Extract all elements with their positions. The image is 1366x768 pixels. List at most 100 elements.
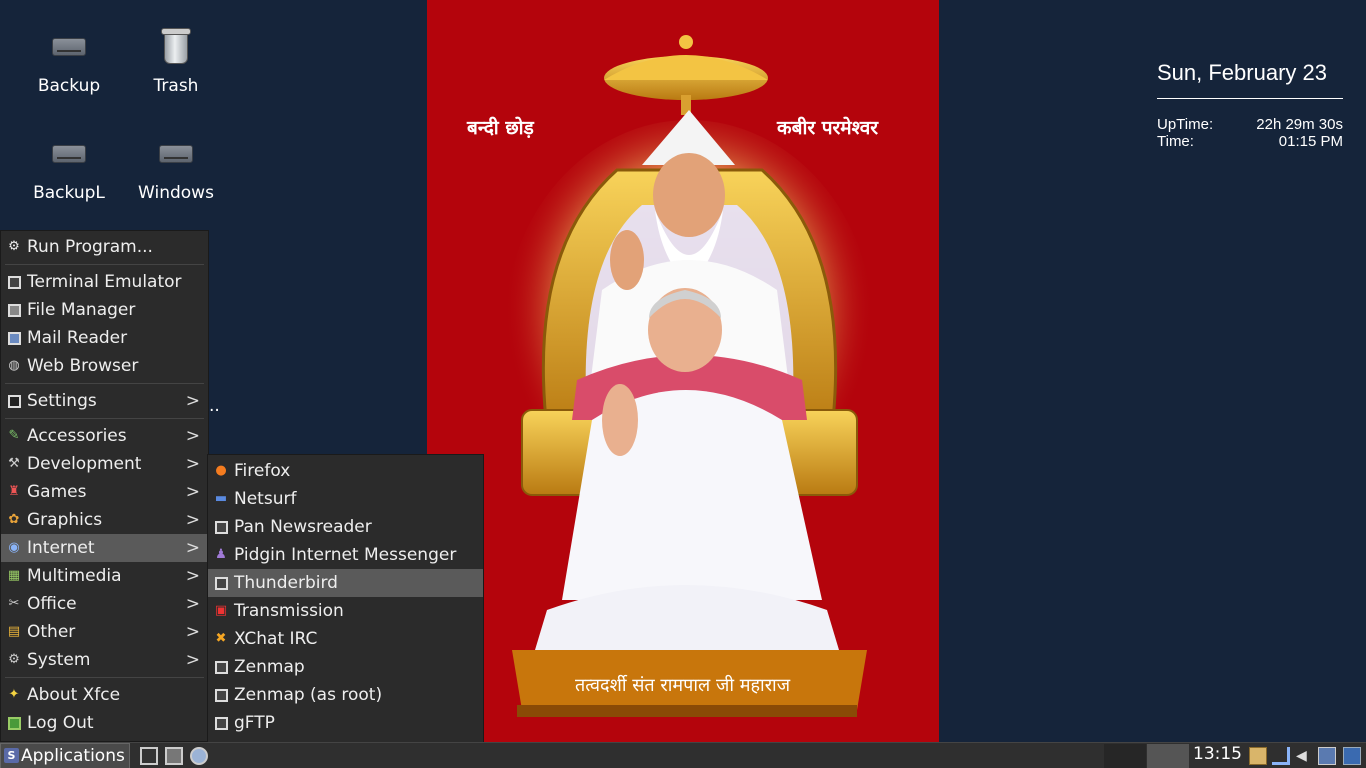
graphics-icon: ✿ [8,512,20,527]
taskbar: S Applications 13:15 ◀ [0,742,1366,768]
menu-item-label: Zenmap [234,657,305,677]
log-out-icon [6,715,22,731]
desktop-icon-backup[interactable]: Backup [19,28,119,96]
menu-item-accessories[interactable]: ✎ Accessories > [1,422,208,450]
applications-menu-button[interactable]: S Applications [0,743,130,768]
development-icon: ⚒ [8,456,20,471]
menu-item-label: System [27,650,91,670]
thunderbird-icon [213,575,229,591]
terminal-icon [6,274,22,290]
menu-item-label: Pan Newsreader [234,517,372,537]
menu-separator [5,383,204,384]
chevron-right-icon: > [185,622,200,642]
menu-item-games[interactable]: ♜ Games > [1,478,208,506]
games-icon: ♜ [8,484,20,499]
file-manager-launcher-icon[interactable] [165,747,183,765]
web-browser-icon: ◍ [8,358,20,373]
menu-item-settings[interactable]: Settings > [1,387,208,415]
internet-submenu: ● Firefox ▬ Netsurf Pan Newsreader ♟ Pid… [207,454,484,768]
menu-item-terminal-emulator[interactable]: Terminal Emulator [1,268,208,296]
menu-item-web-browser[interactable]: ◍ Web Browser [1,352,208,380]
pan-newsreader-icon [213,519,229,535]
menu-separator [5,264,204,265]
desktop-icon-windows[interactable]: Windows [126,135,226,203]
desktop-icon-backupl[interactable]: BackupL [19,135,119,203]
menu-item-label: Office [27,594,77,614]
uptime-value: 22h 29m 30s [1256,116,1343,133]
clipboard-icon[interactable] [1249,747,1267,765]
show-desktop-icon[interactable] [1343,747,1361,765]
menu-item-internet[interactable]: ◉ Internet > [1,534,208,562]
taskbar-clock[interactable]: 13:15 [1193,744,1242,764]
menu-item-multimedia[interactable]: ▦ Multimedia > [1,562,208,590]
applications-label: Applications [21,746,125,766]
chevron-right-icon: > [185,566,200,586]
submenu-item-transmission[interactable]: ▣ Transmission [208,597,483,625]
workspace-2[interactable] [1147,744,1189,768]
menu-item-label: Development [27,454,142,474]
desktop-icon-label: Trash [153,76,199,96]
transmission-icon: ▣ [214,603,228,618]
submenu-item-zenmap[interactable]: Zenmap [208,653,483,681]
drive-icon [156,135,196,175]
menu-item-development[interactable]: ⚒ Development > [1,450,208,478]
chevron-right-icon: > [185,426,200,446]
menu-item-log-out[interactable]: Log Out [1,709,208,737]
wallpaper-left-text: बन्दी छोड़ [467,117,534,139]
menu-item-file-manager[interactable]: File Manager [1,296,208,324]
menu-item-label: Graphics [27,510,103,530]
submenu-item-firefox[interactable]: ● Firefox [208,457,483,485]
menu-item-run-program[interactable]: ⚙ Run Program... [1,233,208,261]
submenu-item-xchat[interactable]: ✖ XChat IRC [208,625,483,653]
menu-item-graphics[interactable]: ✿ Graphics > [1,506,208,534]
menu-item-label: Accessories [27,426,127,446]
time-label: Time: [1157,133,1194,150]
submenu-item-gftp[interactable]: gFTP [208,709,483,737]
chevron-right-icon: > [185,454,200,474]
menu-item-mail-reader[interactable]: Mail Reader [1,324,208,352]
menu-item-label: Netsurf [234,489,297,509]
chevron-right-icon: > [185,482,200,502]
submenu-item-pidgin[interactable]: ♟ Pidgin Internet Messenger [208,541,483,569]
menu-item-label: Log Out [27,713,94,733]
web-browser-launcher-icon[interactable] [190,747,208,765]
conky-date: Sun, February 23 [1157,60,1343,99]
menu-item-label: Multimedia [27,566,122,586]
zenmap-root-icon [213,687,229,703]
menu-item-label: Mail Reader [27,328,128,348]
desktop-icon-trash[interactable]: Trash [126,28,226,96]
chevron-right-icon: > [185,510,200,530]
menu-item-label: Games [27,482,87,502]
accessories-icon: ✎ [8,428,20,443]
workspace-1[interactable] [1104,744,1146,768]
applications-menu: ⚙ Run Program... Terminal Emulator File … [0,230,209,742]
conky-widget: Sun, February 23 UpTime: 22h 29m 30s Tim… [1157,60,1343,150]
submenu-item-zenmap-root[interactable]: Zenmap (as root) [208,681,483,709]
network-signal-icon[interactable] [1272,747,1290,765]
submenu-item-thunderbird[interactable]: Thunderbird [208,569,483,597]
chevron-right-icon: > [185,650,200,670]
menu-item-other[interactable]: ▤ Other > [1,618,208,646]
menu-item-label: Transmission [234,601,344,621]
run-program-icon: ⚙ [8,239,20,254]
submenu-item-netsurf[interactable]: ▬ Netsurf [208,485,483,513]
menu-item-label: Settings [27,391,97,411]
menu-item-label: XChat IRC [234,629,318,649]
menu-item-office[interactable]: ✂ Office > [1,590,208,618]
menu-item-about-xfce[interactable]: ✦ About Xfce [1,681,208,709]
volume-icon[interactable]: ◀ [1296,747,1314,765]
menu-item-label: Run Program... [27,237,153,257]
wallpaper-bottom-text: तत्वदर्शी संत रामपाल जी महाराज [575,675,791,696]
terminal-launcher-icon[interactable] [140,747,158,765]
menu-item-label: gFTP [234,713,275,733]
gftp-icon [213,715,229,731]
menu-separator [5,677,204,678]
desktop-icon-label: Backup [37,76,101,96]
pidgin-icon: ♟ [215,547,227,562]
settings-icon [6,393,22,409]
menu-item-system[interactable]: ⚙ System > [1,646,208,674]
wallpaper-right-text: कबीर परमेश्वर [777,117,879,139]
submenu-item-pan-newsreader[interactable]: Pan Newsreader [208,513,483,541]
network-manager-icon[interactable] [1318,747,1336,765]
netsurf-icon: ▬ [214,491,228,506]
